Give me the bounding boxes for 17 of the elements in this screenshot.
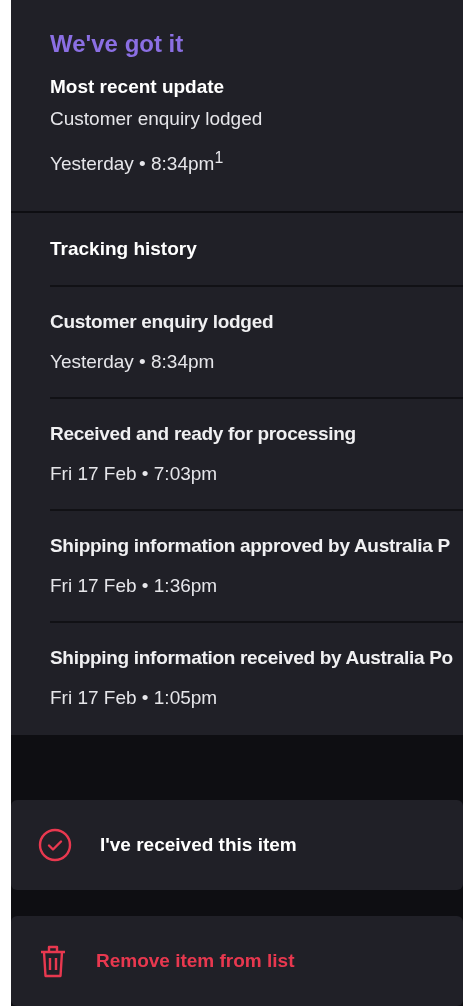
history-event: Received and ready for processing: [50, 422, 357, 446]
history-title: Tracking history: [50, 238, 197, 260]
received-button[interactable]: I've received this item: [11, 800, 463, 890]
update-time: Yesterday • 8:34pm$^{1}$: [50, 148, 225, 177]
history-event: Shipping information approved by Australia P: [50, 534, 451, 558]
update-event: Customer enquiry lodged: [50, 107, 264, 131]
trash-icon: [38, 944, 68, 978]
status-title: We've got it: [50, 29, 185, 59]
history-time: Fri 17 Feb • 1:05pm: [50, 686, 219, 710]
history-event: Shipping information received by Australia Po: [50, 646, 454, 670]
history-time: Fri 17 Feb • 1:36pm: [50, 574, 219, 598]
check-circle-icon: [38, 828, 72, 862]
history-time: Yesterday • 8:34pm: [50, 350, 216, 374]
remove-button[interactable]: Remove item from list: [11, 916, 463, 1006]
history-time: Fri 17 Feb • 7:03pm: [50, 462, 219, 486]
history-event: Customer enquiry lodged: [50, 310, 275, 334]
update-heading: Most recent update: [50, 75, 226, 99]
